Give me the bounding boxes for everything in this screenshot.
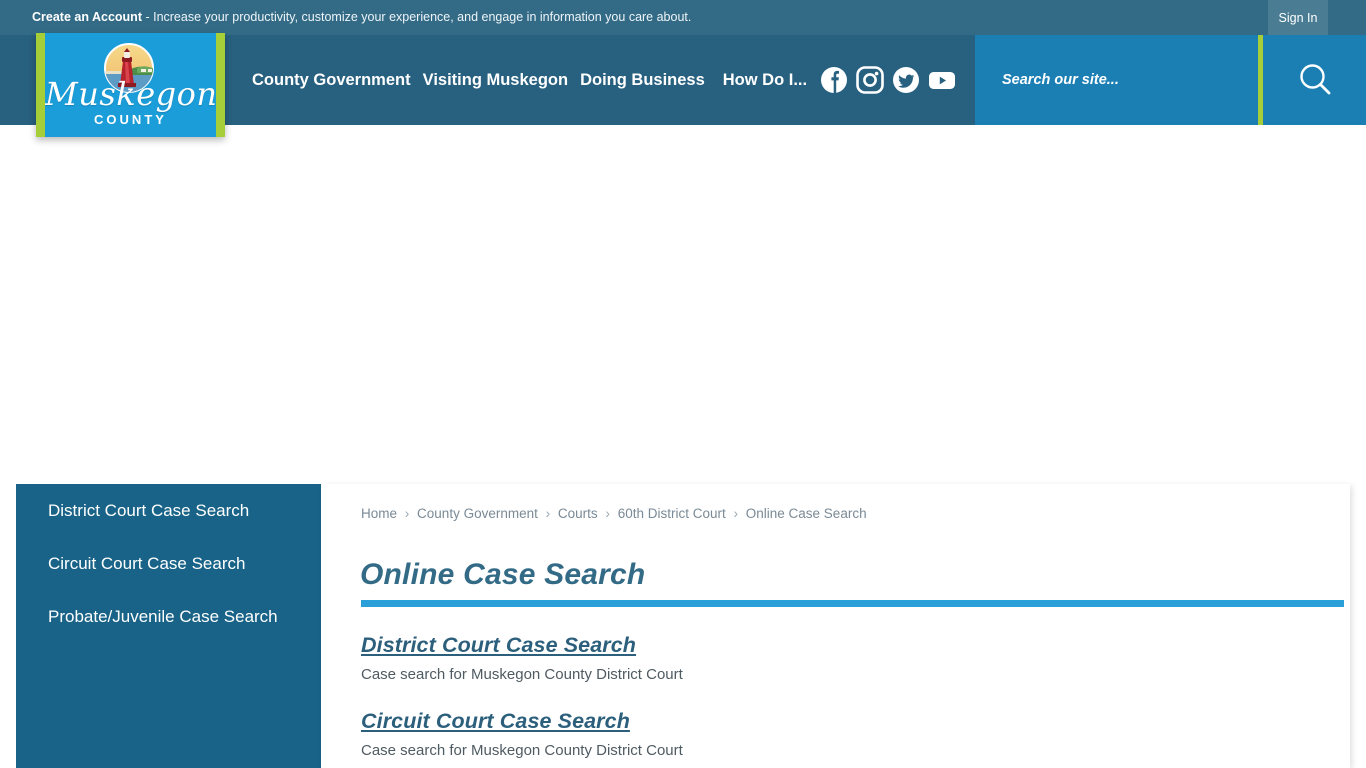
site-logo[interactable]: Muskegon COUNTY bbox=[36, 33, 225, 137]
sidebar-item-district-court-case-search[interactable]: District Court Case Search bbox=[16, 499, 321, 523]
breadcrumb-separator: › bbox=[545, 506, 551, 521]
sidebar-item-probate-juvenile-case-search[interactable]: Probate/Juvenile Case Search bbox=[16, 605, 321, 629]
district-court-case-search-description: Case search for Muskegon County District… bbox=[361, 666, 683, 683]
main-content-panel: Home › County Government › Courts › 60th… bbox=[321, 484, 1350, 768]
circuit-court-case-search-description: Case search for Muskegon County District… bbox=[361, 742, 683, 759]
district-court-case-search-link[interactable]: District Court Case Search bbox=[361, 633, 636, 658]
search-button[interactable] bbox=[1263, 35, 1366, 125]
facebook-icon[interactable] bbox=[820, 66, 848, 94]
nav-item-visiting-muskegon[interactable]: Visiting Muskegon bbox=[417, 35, 574, 125]
resource-item-district-court: District Court Case Search Case search f… bbox=[361, 633, 683, 683]
resource-item-circuit-court: Circuit Court Case Search Case search fo… bbox=[361, 709, 683, 759]
sidebar-item-circuit-court-case-search[interactable]: Circuit Court Case Search bbox=[16, 552, 321, 576]
instagram-icon[interactable] bbox=[856, 66, 884, 94]
breadcrumb-item-home[interactable]: Home bbox=[361, 506, 397, 521]
breadcrumb-item-county-government[interactable]: County Government bbox=[417, 506, 538, 521]
page-title: Online Case Search bbox=[360, 558, 646, 591]
nav-item-doing-business[interactable]: Doing Business bbox=[574, 35, 711, 125]
site-search bbox=[975, 35, 1366, 125]
page-body-spacer bbox=[0, 125, 1366, 482]
breadcrumb-separator: › bbox=[404, 506, 410, 521]
youtube-icon[interactable] bbox=[928, 66, 956, 94]
nav-item-how-do-i[interactable]: How Do I... bbox=[711, 35, 813, 125]
logo-inner: Muskegon COUNTY bbox=[45, 33, 216, 137]
breadcrumb-item-courts[interactable]: Courts bbox=[558, 506, 598, 521]
page-root: Create an Account - Increase your produc… bbox=[0, 0, 1366, 768]
create-account-link[interactable]: Create an Account bbox=[32, 10, 142, 24]
create-account-message[interactable]: Create an Account - Increase your produc… bbox=[32, 0, 691, 35]
twitter-icon[interactable] bbox=[892, 66, 920, 94]
top-utility-bar: Create an Account - Increase your produc… bbox=[0, 0, 1366, 35]
breadcrumb-item-online-case-search: Online Case Search bbox=[745, 506, 867, 521]
nav-item-county-government[interactable]: County Government bbox=[246, 35, 417, 125]
title-underline-rule bbox=[361, 600, 1344, 607]
breadcrumb-separator: › bbox=[605, 506, 610, 521]
sign-in-button[interactable]: Sign In bbox=[1268, 0, 1328, 35]
content-area: District Court Case Search Circuit Court… bbox=[16, 484, 1350, 768]
breadcrumb-separator: › bbox=[733, 506, 739, 521]
breadcrumb-item-60th-district-court[interactable]: 60th District Court bbox=[618, 506, 726, 521]
create-account-description: - Increase your productivity, customize … bbox=[141, 10, 692, 24]
logo-script-text: Muskegon bbox=[45, 75, 216, 113]
logo-county-text: COUNTY bbox=[94, 112, 167, 127]
search-icon bbox=[1299, 64, 1330, 95]
main-navigation: County Government Visiting Muskegon Doin… bbox=[246, 35, 813, 125]
breadcrumb: Home › County Government › Courts › 60th… bbox=[361, 506, 867, 521]
social-links bbox=[820, 35, 956, 125]
secondary-navigation: District Court Case Search Circuit Court… bbox=[16, 484, 321, 768]
circuit-court-case-search-link[interactable]: Circuit Court Case Search bbox=[361, 709, 630, 734]
search-input[interactable] bbox=[975, 35, 1258, 125]
